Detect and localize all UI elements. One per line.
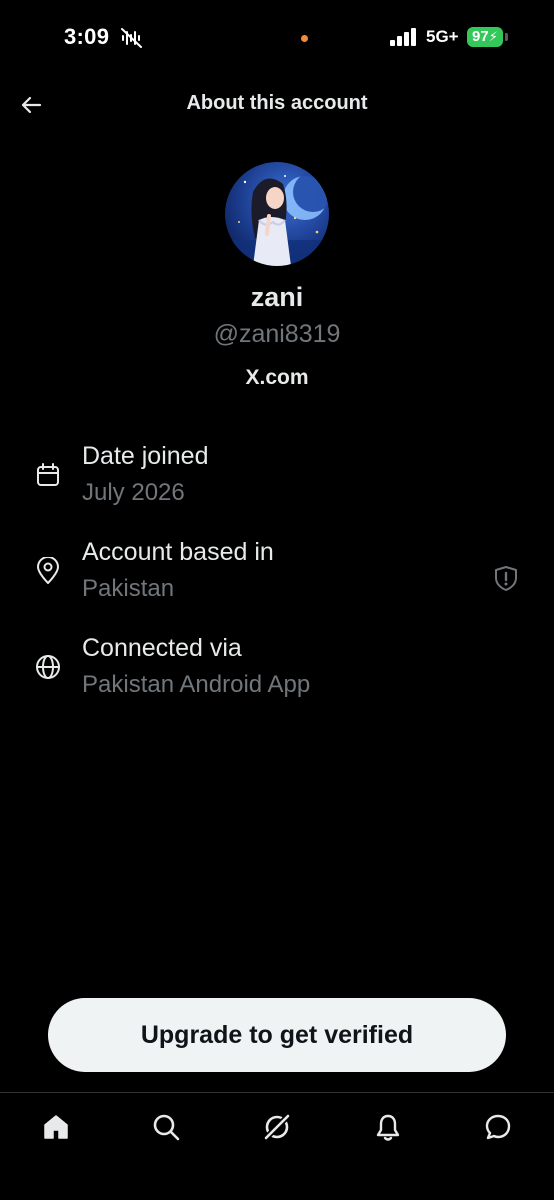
info-row-date-joined: Date joined July 2026 xyxy=(0,442,554,522)
grok-icon xyxy=(262,1112,292,1142)
mute-icon xyxy=(120,27,144,49)
info-label: Date joined xyxy=(82,442,209,470)
header: About this account xyxy=(0,80,554,130)
info-value: Pakistan xyxy=(82,575,175,602)
display-name: zani xyxy=(250,282,304,312)
shield-alert-icon[interactable] xyxy=(492,564,520,592)
calendar-icon xyxy=(33,460,63,490)
nav-grok[interactable] xyxy=(257,1107,297,1147)
info-row-connected-via: Connected via Pakistan Android App xyxy=(0,634,554,714)
site-row: X.com xyxy=(0,366,554,390)
battery-cap xyxy=(505,33,508,41)
status-time: 3:09 xyxy=(64,24,110,49)
nav-home[interactable] xyxy=(36,1107,76,1147)
battery-level: 97 xyxy=(472,28,489,45)
signal-icon xyxy=(390,28,418,46)
info-value: July 2026 xyxy=(82,479,185,506)
status-bar: 3:09 5G+ 97⚡ xyxy=(0,0,554,76)
bottom-nav xyxy=(0,1093,554,1200)
page-title: About this account xyxy=(186,92,368,114)
info-label: Connected via xyxy=(82,634,242,662)
home-icon xyxy=(44,1115,68,1139)
info-label: Account based in xyxy=(82,538,274,566)
handle: @zani8319 xyxy=(213,320,341,348)
info-row-account-based-in: Account based in Pakistan xyxy=(0,538,554,618)
site-text: X.com xyxy=(245,366,309,389)
messages-icon xyxy=(485,1114,511,1140)
battery-icon: 97⚡ xyxy=(467,27,503,47)
network-type: 5G+ xyxy=(426,27,459,46)
info-value: Pakistan Android App xyxy=(82,671,311,698)
upgrade-verified-button[interactable]: Upgrade to get verified xyxy=(48,998,506,1072)
privacy-indicator-dot xyxy=(301,35,308,42)
avatar[interactable] xyxy=(225,162,329,266)
location-pin-icon xyxy=(33,556,63,586)
notifications-icon xyxy=(376,1114,400,1141)
globe-icon xyxy=(33,652,63,682)
search-icon xyxy=(153,1114,180,1141)
nav-notifications[interactable] xyxy=(368,1107,408,1147)
nav-messages[interactable] xyxy=(478,1107,518,1147)
nav-search[interactable] xyxy=(146,1107,186,1147)
